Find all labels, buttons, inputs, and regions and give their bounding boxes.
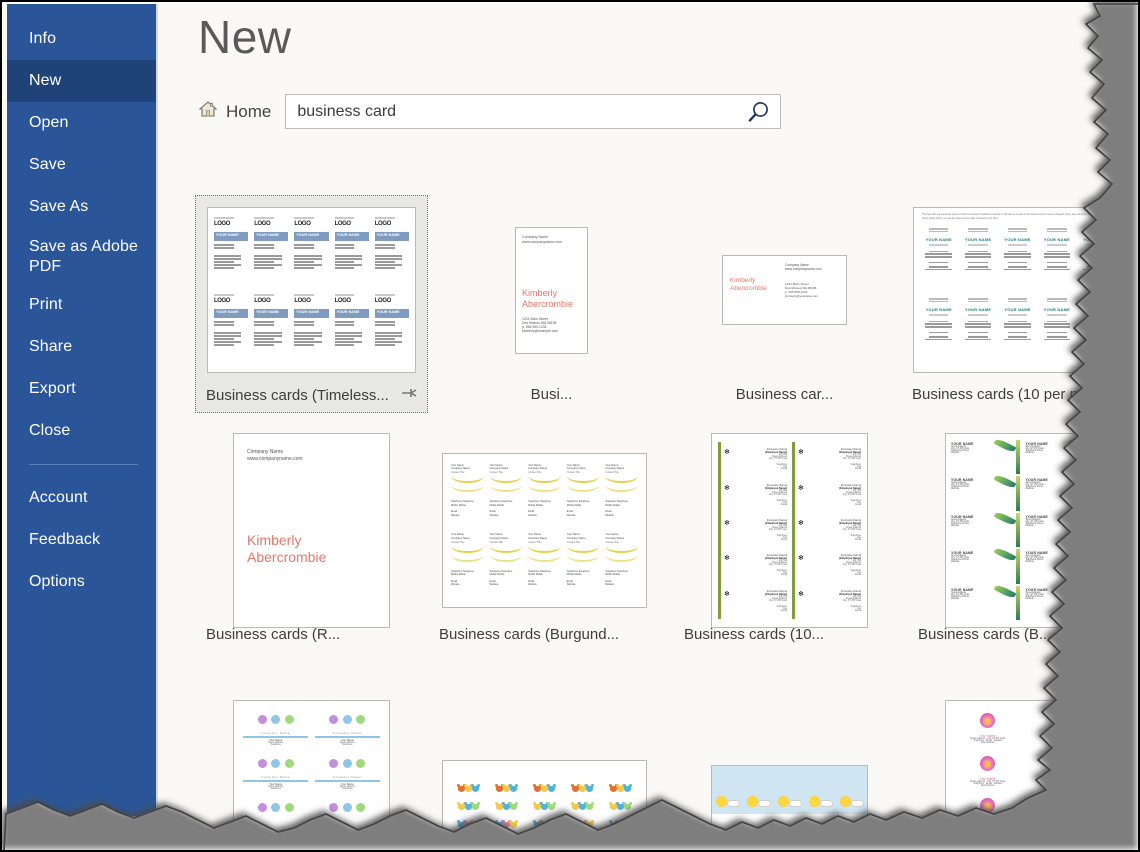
backstage-shell: Info New Open Save Save As Save as Adobe… bbox=[2, 4, 1138, 850]
card-person: Kimberly Abercrombie bbox=[730, 277, 767, 292]
sidebar-item-options[interactable]: Options bbox=[7, 561, 156, 603]
sidebar-item-print[interactable]: Print bbox=[7, 284, 156, 326]
template-tile[interactable]: Your Name Street Address · City, ST ZIP C… bbox=[908, 694, 1138, 850]
home-label: Home bbox=[226, 101, 272, 121]
template-name: Business cards (10... bbox=[684, 626, 825, 643]
card-person: Kimberly Abercrombie bbox=[247, 531, 327, 565]
new-document-pane: New Home business card LOGO YOUR NAME LO… bbox=[156, 4, 1138, 850]
template-thumbnail: Kimberly Abercrombie Company Name www.co… bbox=[675, 202, 894, 378]
template-tile[interactable]: ❄ [Company Name] [Employee Name] Job Title S… bbox=[674, 432, 905, 651]
search-icon[interactable] bbox=[744, 99, 772, 127]
sidebar-item-save-as-adobe-pdf[interactable]: Save as Adobe PDF bbox=[7, 228, 156, 284]
template-thumbnail bbox=[680, 765, 899, 850]
sidebar-item-info[interactable]: Info bbox=[7, 18, 156, 60]
sidebar-divider bbox=[29, 464, 138, 465]
page-title: New bbox=[198, 11, 292, 63]
template-thumbnail: Company Name www.companyname.com Kimberl… bbox=[442, 202, 661, 378]
sidebar-item-label: Options bbox=[29, 573, 85, 590]
template-name: Business car... bbox=[735, 386, 834, 403]
template-tile[interactable]: Kimberly Abercrombie Company Name www.co… bbox=[669, 196, 900, 411]
template-gallery: LOGO YOUR NAME LOGO YOUR NAME LOGO YOUR NAM… bbox=[156, 174, 1138, 850]
template-name: Business cards (B... bbox=[918, 626, 1052, 643]
card-person: Kimberly Abercrombie bbox=[522, 287, 574, 309]
template-tile[interactable]: LOGO YOUR NAME LOGO YOUR NAME LOGO YOUR NAM… bbox=[195, 195, 428, 413]
template-tile[interactable] bbox=[674, 759, 905, 850]
home-link[interactable]: Home bbox=[198, 100, 271, 123]
card-company: Company Name bbox=[247, 448, 284, 455]
template-tile[interactable]: This item will use automatic text and wi… bbox=[902, 196, 1133, 411]
sidebar-item-save[interactable]: Save bbox=[7, 144, 156, 186]
sidebar-item-new[interactable]: New bbox=[7, 60, 156, 102]
template-tile[interactable]: YOUR NAME Street Address City, ST ZIP Code… bbox=[908, 432, 1138, 651]
card-email: kimberly@example.com bbox=[522, 328, 559, 333]
sidebar-item-share[interactable]: Share bbox=[7, 326, 156, 368]
template-name: Business cards (Timeless... bbox=[206, 386, 389, 404]
template-thumbnail: Company Name Your Name Street Address Telep… bbox=[202, 700, 421, 850]
search-input[interactable] bbox=[286, 95, 781, 128]
sidebar-item-save-as[interactable]: Save As bbox=[7, 186, 156, 228]
sidebar-item-close[interactable]: Close bbox=[7, 410, 156, 452]
template-thumbnail: Your Name Street Address · City, ST ZIP C… bbox=[914, 700, 1133, 850]
template-name: Business cards (R... bbox=[206, 626, 341, 643]
search-box[interactable] bbox=[285, 94, 782, 129]
sidebar-item-label: Share bbox=[29, 338, 73, 355]
template-name: Business cards (Burgund... bbox=[439, 626, 620, 643]
sidebar-navigation: Info New Open Save Save As Save as Adobe… bbox=[7, 4, 156, 816]
sidebar-item-label: Close bbox=[29, 422, 71, 439]
template-thumbnail: Your Name Company Name Contact Title Teleph… bbox=[435, 442, 654, 618]
sidebar-item-account[interactable]: Account bbox=[7, 477, 156, 519]
template-thumbnail: This item will use automatic text and wi… bbox=[908, 202, 1127, 378]
template-thumbnail: LOGO YOUR NAME LOGO YOUR NAME LOGO YOUR NAM… bbox=[202, 202, 421, 378]
template-thumbnail bbox=[435, 760, 654, 850]
sidebar-item-label: Print bbox=[29, 296, 63, 313]
template-tile[interactable]: Company Name www.companyname.com Kimberl… bbox=[436, 196, 667, 411]
sidebar-item-label: Info bbox=[29, 30, 57, 47]
sidebar-item-label: Save As bbox=[29, 198, 89, 215]
sidebar-item-label: Save bbox=[29, 156, 66, 173]
backstage-window: Info New Open Save Save As Save as Adobe… bbox=[0, 0, 1140, 852]
home-icon bbox=[198, 100, 218, 123]
card-email: kimberly@example.com bbox=[785, 294, 819, 298]
template-tile[interactable] bbox=[429, 754, 660, 850]
template-thumbnail: Company Name www.companyname.com Kimberl… bbox=[202, 432, 421, 628]
template-thumbnail: YOUR NAME Street Address City, ST ZIP Code… bbox=[914, 432, 1133, 628]
template-instructions: This item will use automatic text and wi… bbox=[922, 213, 1113, 221]
sidebar-item-open[interactable]: Open bbox=[7, 102, 156, 144]
pin-icon[interactable] bbox=[401, 386, 417, 404]
template-tile[interactable]: Company Name Your Name Street Address Telep… bbox=[196, 694, 427, 850]
template-name: Busi... bbox=[530, 386, 573, 403]
sidebar-item-label: Feedback bbox=[29, 531, 101, 548]
sidebar-item-label: New bbox=[29, 72, 62, 89]
sidebar-item-label: Save as Adobe PDF bbox=[29, 238, 138, 275]
sidebar-item-export[interactable]: Export bbox=[7, 368, 156, 410]
template-thumbnail: ❄ [Company Name] [Employee Name] Job Title S… bbox=[680, 432, 899, 628]
sidebar-item-label: Account bbox=[29, 489, 88, 506]
sidebar-item-feedback[interactable]: Feedback bbox=[7, 519, 156, 561]
template-tile[interactable]: Your Name Company Name Contact Title Teleph… bbox=[429, 436, 660, 651]
sidebar-item-label: Open bbox=[29, 114, 69, 131]
sidebar-item-label: Export bbox=[29, 380, 76, 397]
search-bar: Home bbox=[198, 94, 782, 129]
template-tile[interactable]: Company Name www.companyname.com Kimberl… bbox=[196, 432, 427, 651]
template-name: Business cards (10 per p... bbox=[912, 386, 1091, 403]
